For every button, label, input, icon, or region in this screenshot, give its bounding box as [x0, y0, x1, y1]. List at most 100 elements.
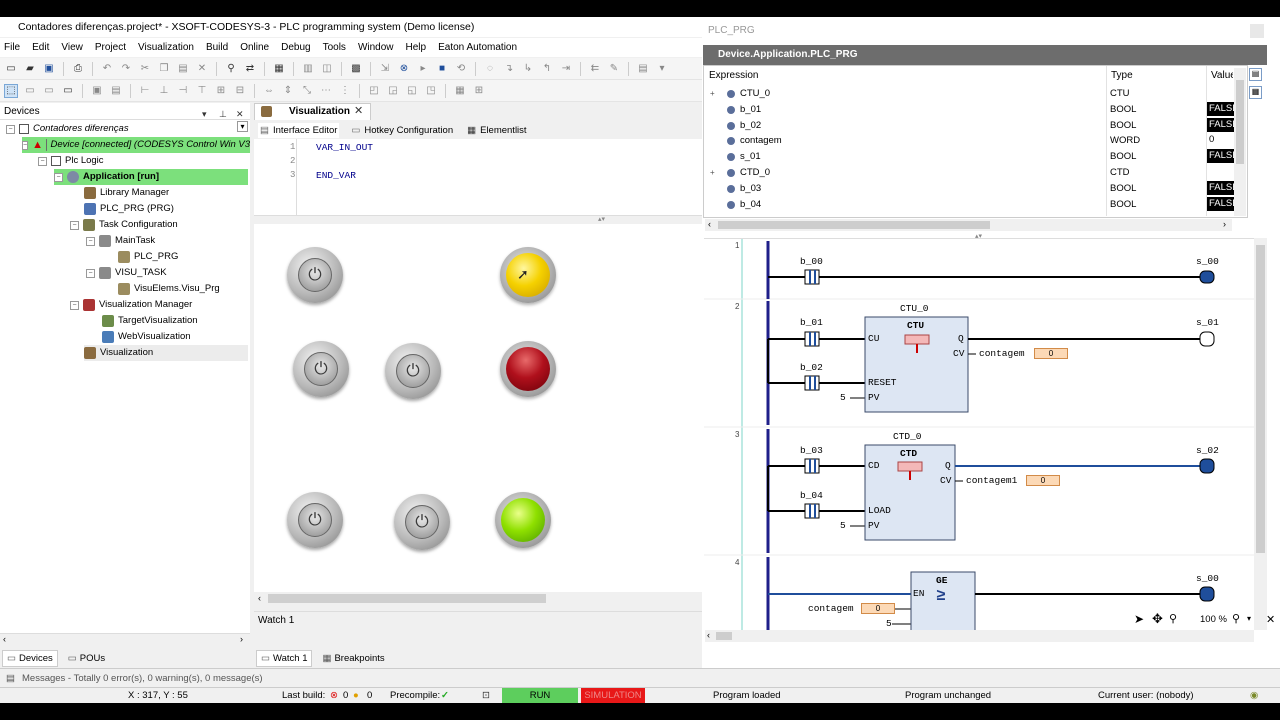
tree-item-visualization[interactable]: Visualization — [84, 345, 248, 361]
group-icon[interactable]: ▣ — [90, 84, 104, 98]
tree-item-plc-prg-call[interactable]: PLC_PRG — [118, 249, 178, 265]
pan-tool-icon[interactable]: ✥ — [1152, 611, 1163, 627]
close-tab-icon[interactable]: ✕ — [354, 104, 363, 117]
menu-view[interactable]: View — [61, 42, 83, 53]
push-button[interactable]: ⏻ — [287, 492, 343, 548]
value-cell[interactable] — [1207, 165, 1209, 179]
push-button[interactable]: ⏻ — [287, 247, 343, 303]
column-header-value[interactable]: Value — [1211, 70, 1233, 81]
declarations-view-icon[interactable]: ▤ — [1249, 68, 1262, 81]
distribute-h-icon[interactable]: ⋯ — [319, 84, 333, 98]
align-middle-icon[interactable]: ⊞ — [214, 84, 228, 98]
write-icon[interactable]: ✎ — [607, 62, 621, 76]
redo-icon[interactable]: ↷ — [119, 62, 133, 76]
push-button[interactable]: ⏻ — [394, 494, 450, 550]
login-icon[interactable]: ⇲ — [378, 62, 392, 76]
replace-icon[interactable]: ⇄ — [243, 62, 257, 76]
column-header-expression[interactable]: Expression — [709, 70, 758, 81]
menu-visualization[interactable]: Visualization — [138, 42, 194, 53]
window-icon[interactable]: ◫ — [320, 62, 334, 76]
expand-icon[interactable]: + — [710, 168, 715, 177]
logout-icon[interactable]: ⊗ — [397, 62, 411, 76]
subtab-hotkey-configuration[interactable]: ▭ Hotkey Configuration — [349, 123, 455, 138]
ladder-hscrollbar[interactable] — [705, 630, 1254, 642]
push-button[interactable]: ⏻ — [385, 343, 441, 399]
value-cell[interactable] — [1207, 86, 1209, 100]
input-monitor-value[interactable]: 0 — [861, 603, 895, 614]
tree-item-maintask[interactable]: − MainTask — [86, 233, 155, 249]
zoom-level[interactable]: 100 % — [1200, 614, 1227, 625]
table-view-icon[interactable]: ▦ — [1249, 86, 1262, 99]
scrollbar-thumb[interactable] — [1236, 80, 1244, 164]
find-icon[interactable]: ⚲ — [224, 62, 238, 76]
collapse-icon[interactable]: − — [22, 140, 29, 150]
cut-icon[interactable]: ✂ — [138, 62, 152, 76]
tree-item-project[interactable]: − Contadores diferenças ▾ — [6, 121, 248, 137]
run-to-cursor-icon[interactable]: ⇥ — [559, 62, 573, 76]
contact-b00[interactable] — [804, 269, 820, 285]
new-file-icon[interactable]: ▭ — [4, 62, 18, 76]
collapse-icon[interactable]: − — [86, 268, 95, 278]
coil-s02[interactable] — [1199, 458, 1215, 474]
print-icon[interactable]: ⎙ — [71, 62, 85, 76]
tree-item-target-visualization[interactable]: TargetVisualization — [102, 313, 198, 329]
zoom-dropdown-icon[interactable]: ⚲ — [1232, 612, 1240, 625]
collapse-icon[interactable]: − — [6, 124, 15, 134]
scrollbar-thumb[interactable] — [1256, 245, 1265, 553]
tab-breakpoints[interactable]: ▦ Breakpoints — [318, 651, 388, 666]
collapse-icon[interactable]: − — [70, 220, 79, 230]
same-width-icon[interactable]: ⇔ — [262, 84, 276, 98]
contact-b02[interactable] — [804, 375, 820, 391]
zoom-dropdown-arrow-icon[interactable]: ▾ — [1247, 614, 1251, 623]
scroll-left-icon[interactable]: ‹ — [258, 593, 261, 603]
align-left-icon[interactable]: ⊢ — [138, 84, 152, 98]
close-icon[interactable]: ✕ — [1266, 613, 1275, 626]
send-back-icon[interactable]: ◲ — [386, 84, 400, 98]
coil-s00[interactable] — [1199, 270, 1215, 284]
pointer-tool-icon[interactable]: ➤ — [1134, 612, 1144, 626]
menu-edit[interactable]: Edit — [32, 42, 49, 53]
build-icon[interactable]: ▦ — [272, 62, 286, 76]
menu-file[interactable]: File — [4, 42, 20, 53]
bring-front-icon[interactable]: ◰ — [367, 84, 381, 98]
devices-hscrollbar[interactable]: ‹ › — [0, 633, 250, 647]
element2-icon[interactable]: ▭ — [42, 84, 56, 98]
step-into-icon[interactable]: ↳ — [521, 62, 535, 76]
align-top-icon[interactable]: ⊤ — [195, 84, 209, 98]
ladder-editor[interactable]: 1 2 3 4 b_00 s_00 CTU_0 CTU b_01 b_02 CU… — [704, 238, 1254, 631]
collapse-icon[interactable]: − — [70, 300, 79, 310]
menu-project[interactable]: Project — [95, 42, 126, 53]
front-one-icon[interactable]: ◱ — [405, 84, 419, 98]
visualization-canvas[interactable]: ⏻ ⏻ ⏻ ⏻ ⏻ ➚ — [254, 224, 702, 592]
coil-s01[interactable] — [1199, 331, 1215, 347]
tree-item-plc-prg[interactable]: PLC_PRG (PRG) — [84, 201, 174, 217]
save-icon[interactable]: ▣ — [42, 62, 56, 76]
distribute-v-icon[interactable]: ⋮ — [338, 84, 352, 98]
same-size-icon[interactable]: ⤡ — [300, 84, 314, 98]
monitor-row[interactable]: b_01 BOOL FALSE — [703, 101, 1240, 118]
collapse-icon[interactable]: − — [38, 156, 47, 166]
interface-code-editor[interactable]: 1 VAR_IN_OUT 2 3 END_VAR — [254, 139, 702, 216]
expand-icon[interactable]: + — [710, 89, 715, 98]
start-icon[interactable]: ▸ — [416, 62, 430, 76]
monitor-row[interactable]: + CTD_0 CTD — [703, 165, 1240, 181]
contact-b03[interactable] — [804, 458, 820, 474]
grid-icon[interactable]: ⊞ — [472, 84, 486, 98]
delete-icon[interactable]: ✕ — [195, 62, 209, 76]
paste-icon[interactable]: ▤ — [176, 62, 190, 76]
dropdown-icon[interactable]: ▾ — [655, 62, 669, 76]
tab-pous[interactable]: ▭ POUs — [64, 651, 109, 666]
fb-ctu[interactable] — [864, 316, 969, 413]
copy-icon[interactable]: ❐ — [157, 62, 171, 76]
menu-debug[interactable]: Debug — [281, 42, 310, 53]
menu-help[interactable]: Help — [406, 42, 427, 53]
device-icon[interactable]: ▩ — [349, 62, 363, 76]
scroll-left-icon[interactable]: ‹ — [708, 219, 711, 229]
contact-b01[interactable] — [804, 331, 820, 347]
monitor-row[interactable]: b_02 BOOL FALSE — [703, 117, 1240, 134]
tree-item-visuelems[interactable]: VisuElems.Visu_Prg — [118, 281, 220, 297]
tree-item-visu-task[interactable]: − VISU_TASK — [86, 265, 167, 281]
align-bottom-icon[interactable]: ⊟ — [233, 84, 247, 98]
cv-monitor-value[interactable]: 0 — [1026, 475, 1060, 486]
coil-s00-r4[interactable] — [1199, 586, 1215, 602]
